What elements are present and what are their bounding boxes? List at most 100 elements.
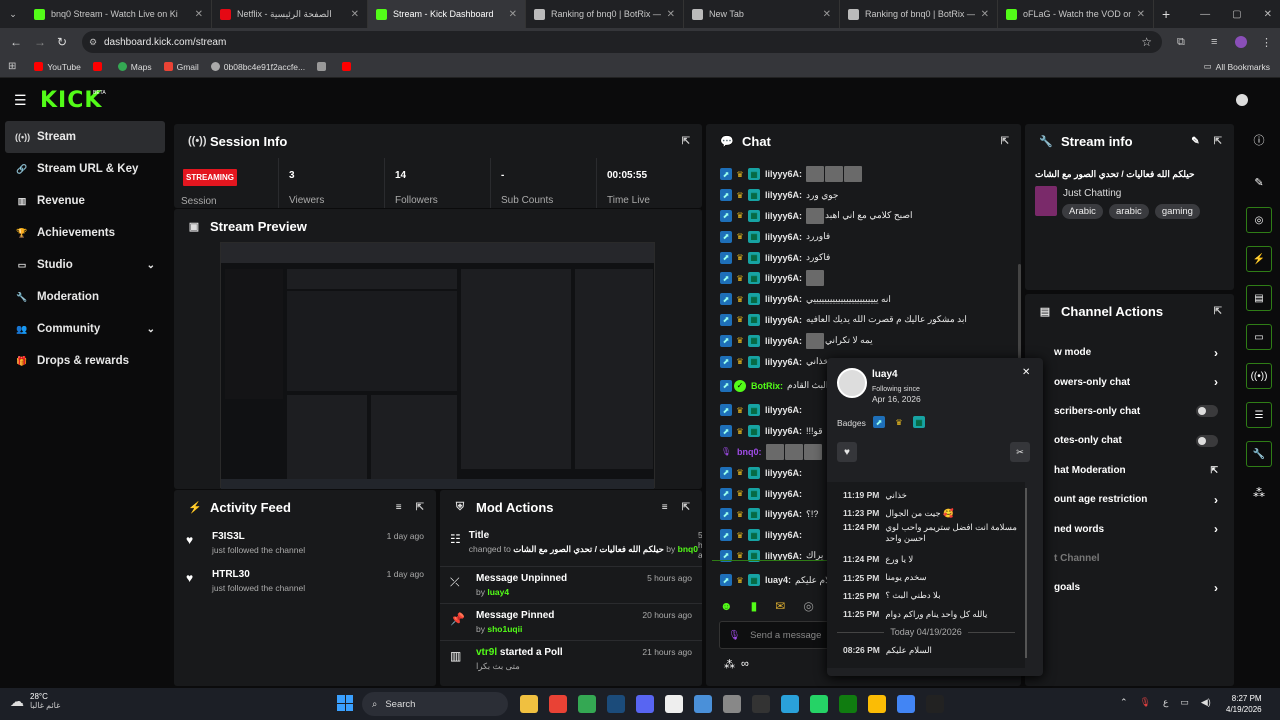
actions-icon[interactable]: ☰ [1246, 402, 1272, 428]
close-tab-icon[interactable]: ✕ [817, 9, 831, 20]
tag-chip[interactable]: arabic [1108, 204, 1149, 219]
chat-username[interactable]: lilyyy6A: [765, 232, 802, 242]
tab-search-button[interactable]: ⌄ [0, 0, 26, 28]
sidebar-item-stream-url-key[interactable]: 🔗 Stream URL & Key [5, 153, 165, 185]
chat-username[interactable]: luay4: [765, 575, 791, 585]
mod-action-user[interactable]: bnq0 [678, 544, 698, 554]
close-tab-icon[interactable]: ✕ [1131, 9, 1145, 20]
whatsapp-icon[interactable] [809, 695, 828, 713]
channel-action-item[interactable]: ount age restriction › [1025, 485, 1234, 514]
chat-username[interactable]: lilyyy6A: [765, 190, 802, 200]
popout-icon[interactable]: ⇱ [1214, 306, 1222, 317]
mod-action-user[interactable]: luay4 [487, 587, 509, 597]
chat-username[interactable]: lilyyy6A: [765, 357, 802, 367]
sidebar-item-studio[interactable]: ▭ Studio ⌄ [5, 249, 165, 281]
popout-icon[interactable]: ⇱ [682, 136, 690, 147]
clipboard-icon[interactable]: ▤ [1246, 285, 1272, 311]
obs-icon[interactable] [751, 695, 770, 713]
taskbar-search[interactable]: ⌕ Search [362, 692, 508, 716]
popout-icon[interactable]: ⇱ [1210, 465, 1218, 476]
browser-tab[interactable]: Ranking of bnq0 | BotRix — Cli✕ [840, 0, 998, 28]
settings-icon[interactable] [722, 695, 741, 713]
browser-tab[interactable]: Ranking of bnq0 | BotRix — Cli✕ [526, 0, 684, 28]
media-icon[interactable]: ≡ [1211, 36, 1217, 48]
site-info-icon[interactable]: ⚙ [89, 37, 97, 48]
url-input[interactable]: ⚙ dashboard.kick.com/stream ☆ [82, 31, 1162, 53]
chrome-icon[interactable] [577, 695, 596, 713]
chat-username[interactable]: BotRix: [751, 381, 783, 391]
sidebar-item-stream[interactable]: ((•)) Stream [5, 121, 165, 153]
tag-chip[interactable]: gaming [1154, 204, 1200, 219]
chat-username[interactable]: lilyyy6A: [765, 468, 802, 478]
infinity-icon[interactable]: ∞ [741, 658, 749, 671]
mic-icon[interactable]: 🎙 [1140, 697, 1151, 708]
steam-icon[interactable] [606, 695, 625, 713]
chat-username[interactable]: bnq0: [737, 447, 762, 457]
language-indicator[interactable]: ع [1163, 697, 1168, 708]
browser-tab[interactable]: New Tab ✕ [684, 0, 840, 28]
follow-heart-button[interactable]: ♥ [837, 442, 857, 462]
bolt-icon[interactable]: ⚡ [1246, 246, 1272, 272]
clock[interactable]: 8:27 PM 4/19/2026 [1226, 693, 1262, 715]
emote-button-icon[interactable]: ◎ [803, 599, 813, 613]
sidebar-item-moderation[interactable]: 🔧 Moderation [5, 281, 165, 313]
sidebar-item-achievements[interactable]: 🏆 Achievements [5, 217, 165, 249]
chat-username[interactable]: lilyyy6A: [765, 336, 802, 346]
network-icon[interactable]: ▭ [1180, 697, 1189, 708]
chat-icon[interactable]: ▭ [1246, 324, 1272, 350]
bookmark-6[interactable] [342, 62, 355, 71]
channel-action-item[interactable]: w mode › [1025, 338, 1234, 367]
chat-username[interactable]: lilyyy6A: [765, 426, 802, 436]
popout-icon[interactable]: ⇱ [1214, 136, 1222, 147]
emote-button-icon[interactable]: ☻ [720, 599, 733, 613]
chat-username[interactable]: lilyyy6A: [765, 211, 802, 221]
emote-button-icon[interactable]: ▮ [751, 599, 758, 613]
browser-menu-icon[interactable]: ⋮ [1261, 36, 1272, 49]
all-bookmarks[interactable]: ▭ All Bookmarks [1204, 61, 1270, 72]
category-name[interactable]: Just Chatting [1063, 188, 1121, 199]
broadcast-icon[interactable]: ((•)) [1246, 363, 1272, 389]
start-button[interactable] [337, 695, 353, 711]
channel-action-item[interactable]: ned words › [1025, 514, 1234, 543]
channel-action-item[interactable]: t Channel [1025, 544, 1234, 573]
edit-icon[interactable]: ✎ [1191, 136, 1199, 147]
chrome-icon[interactable] [867, 695, 886, 713]
target-icon[interactable]: ◎ [1246, 207, 1272, 233]
toggle-switch[interactable] [1196, 405, 1218, 418]
bookmark-gmail[interactable]: Gmail [163, 62, 199, 72]
dots-icon[interactable]: ⁂ [1246, 480, 1272, 506]
filter-icon[interactable]: ≡ [396, 502, 402, 513]
activity-user[interactable]: F3IS3L [212, 531, 387, 542]
close-window-icon[interactable]: ✕ [1264, 9, 1272, 20]
stream-preview-video[interactable] [220, 242, 655, 489]
mod-action-user[interactable]: sho1uqii [487, 624, 522, 634]
profile-avatar[interactable] [1235, 36, 1247, 48]
tag-chip[interactable]: Arabic [1062, 204, 1103, 219]
chat-username[interactable]: lilyyy6A: [765, 294, 802, 304]
wrench-icon[interactable]: 🔧 [1246, 441, 1272, 467]
chat-username[interactable]: lilyyy6A: [765, 169, 802, 179]
channel-action-item[interactable]: goals › [1025, 573, 1234, 602]
sidebar-item-community[interactable]: 👥 Community ⌄ [5, 313, 165, 345]
reload-icon[interactable]: ↻ [57, 35, 67, 49]
chat-username[interactable]: lilyyy6A: [765, 273, 802, 283]
xbox-icon[interactable] [838, 695, 857, 713]
browser-tab[interactable]: Stream - Kick Dashboard ✕ [368, 0, 526, 28]
explorer-icon[interactable] [519, 695, 538, 713]
chat-username[interactable]: lilyyy6A: [765, 315, 802, 325]
chat-username[interactable]: lilyyy6A: [765, 509, 802, 519]
browser-tab[interactable]: oFLaG - Watch the VOD on Kick✕ [998, 0, 1154, 28]
popout-icon[interactable]: ⇱ [416, 502, 424, 513]
epic-icon[interactable] [925, 695, 944, 713]
bookmark-hash[interactable]: 0b08bc4e91f2accfe... [210, 62, 305, 72]
channel-action-item[interactable]: hat Moderation ⇱ [1025, 456, 1234, 485]
bookmark-youtube[interactable]: YouTube [34, 62, 81, 72]
dots-icon[interactable]: ⁂ [724, 658, 735, 671]
maximize-icon[interactable]: ▢ [1232, 9, 1241, 20]
notepad-icon[interactable] [664, 695, 683, 713]
weather-widget[interactable]: ☁ 28°C غائم غالبا [10, 692, 60, 710]
chat-input[interactable]: 🎙 Send a message [719, 621, 829, 649]
minimize-icon[interactable]: — [1200, 9, 1210, 20]
mod-action-user[interactable]: vtr9l [476, 647, 497, 658]
channel-action-item[interactable]: scribers-only chat [1025, 397, 1234, 426]
